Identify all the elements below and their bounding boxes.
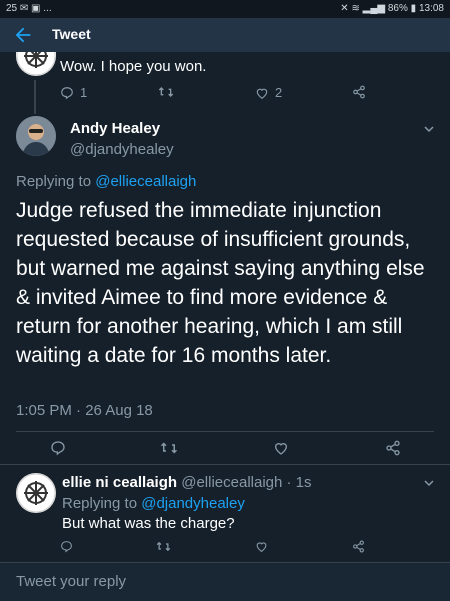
replying-label: Replying to	[16, 173, 96, 190]
reply-input-placeholder[interactable]: Tweet your reply	[16, 573, 126, 590]
clock: 13:08	[418, 3, 444, 14]
like-icon	[256, 88, 268, 99]
status-bar: 25 ✉ ▣ ... ✕ ≋ ▂▄▆ 86% ▮ 13:08	[0, 0, 450, 18]
signal-icon: ▂▄▆	[362, 3, 386, 14]
thread-line	[34, 80, 36, 114]
replying-to: Replying to @ellieceallaigh	[16, 173, 196, 190]
author-handle[interactable]: @djandyhealey	[70, 141, 174, 158]
tweet-timestamp: 1:05 PM · 26 Aug 18	[16, 402, 153, 419]
divider	[0, 464, 450, 465]
tweet-text: Wow. I hope you won.	[60, 58, 207, 75]
battery-icon: ▮	[410, 3, 417, 14]
like-action[interactable]	[273, 440, 289, 456]
reply-header: ellie ni ceallaigh @ellieceallaigh · 1s	[62, 474, 312, 491]
like-action[interactable]	[255, 540, 268, 553]
avatar[interactable]	[16, 52, 56, 76]
replying-to-link[interactable]: @djandyhealey	[141, 495, 245, 512]
chevron-down-icon[interactable]	[424, 478, 434, 488]
replying-to-link[interactable]: @ellieceallaigh	[95, 173, 196, 190]
reply-action[interactable]	[60, 540, 73, 553]
like-icon	[256, 542, 267, 553]
battery-level: 86%	[387, 3, 408, 14]
reply-action[interactable]	[50, 440, 66, 456]
replying-label: Replying to	[62, 495, 142, 512]
status-right: ✕ ≋ ▂▄▆ 86% ▮ 13:08	[340, 3, 444, 14]
share-action[interactable]	[352, 85, 366, 99]
author-handle-time[interactable]: @ellieceallaigh · 1s	[181, 474, 311, 491]
tweet-text: Judge refused the immediate injunction r…	[16, 199, 425, 367]
author-name[interactable]: ellie ni ceallaigh	[62, 474, 177, 491]
reply-count: 1	[80, 85, 88, 100]
like-count: 2	[275, 85, 283, 100]
retweet-icon	[158, 87, 174, 97]
chevron-down-icon[interactable]	[424, 124, 434, 134]
retweet-icon	[156, 541, 171, 552]
share-action[interactable]	[352, 540, 365, 553]
reply-icon	[61, 541, 72, 553]
reply-action[interactable]: 1	[60, 85, 87, 100]
share-icon	[353, 540, 364, 553]
avatar[interactable]	[16, 473, 56, 513]
tweet-text: But what was the charge?	[62, 515, 235, 532]
retweet-action[interactable]	[156, 540, 171, 553]
reply-icon	[51, 441, 65, 456]
page-title: Tweet	[52, 26, 91, 42]
app-bar: Tweet	[0, 18, 450, 52]
retweet-icon	[160, 442, 178, 454]
like-action[interactable]: 2	[255, 85, 282, 100]
author-name[interactable]: Andy Healey	[70, 120, 160, 137]
mute-icon: ✕	[340, 3, 349, 14]
wifi-icon: ≋	[351, 3, 360, 14]
share-action[interactable]	[385, 440, 401, 456]
back-arrow-icon[interactable]	[12, 24, 34, 46]
retweet-action[interactable]	[158, 85, 174, 99]
status-left: 25 ✉ ▣ ...	[6, 3, 52, 14]
avatar[interactable]	[16, 116, 56, 156]
share-icon	[353, 85, 365, 99]
retweet-action[interactable]	[160, 440, 178, 456]
like-icon	[274, 443, 288, 455]
share-icon	[386, 440, 400, 456]
reply-icon	[61, 86, 73, 99]
reply-composer[interactable]: Tweet your reply	[0, 562, 450, 601]
replying-to: Replying to @djandyhealey	[62, 495, 245, 512]
divider	[16, 431, 434, 432]
